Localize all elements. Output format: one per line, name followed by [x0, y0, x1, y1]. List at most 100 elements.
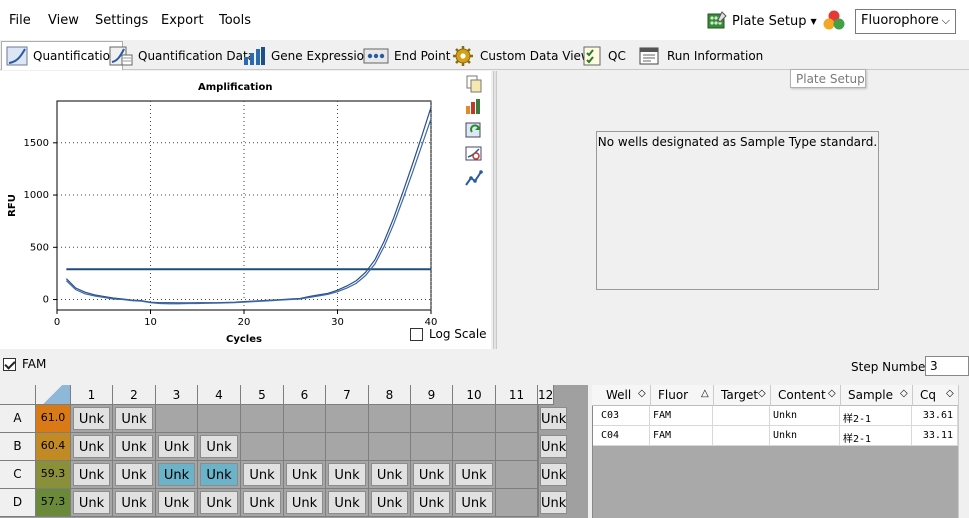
panel-splitter[interactable]: [493, 71, 497, 349]
plate-well-cell[interactable]: [411, 433, 453, 461]
plate-well[interactable]: Unk: [200, 435, 238, 458]
plate-column-header[interactable]: 9: [411, 385, 453, 405]
plate-row-header[interactable]: D: [0, 489, 36, 517]
plate-well[interactable]: Unk: [73, 463, 110, 486]
results-scrollbar[interactable]: [958, 385, 969, 518]
plate-well[interactable]: Unk: [540, 407, 568, 430]
plate-well[interactable]: Unk: [455, 463, 493, 486]
plate-well[interactable]: Unk: [540, 463, 568, 486]
plate-well[interactable]: Unk: [73, 435, 110, 458]
zoom-chart-icon[interactable]: [464, 145, 484, 163]
results-cell-sample[interactable]: 样2-1: [840, 426, 912, 446]
plate-well[interactable]: Unk: [371, 491, 408, 514]
plate-well-cell[interactable]: [496, 461, 538, 489]
results-cell-cq[interactable]: 33.61: [912, 406, 958, 426]
plate-well-cell[interactable]: [496, 489, 538, 517]
plate-column-header[interactable]: 8: [369, 385, 411, 405]
plate-well-cell[interactable]: [326, 405, 369, 433]
column-separator[interactable]: [770, 385, 771, 406]
plate-row-header[interactable]: A: [0, 405, 36, 433]
menu-file[interactable]: File: [9, 13, 31, 28]
plate-well-cell[interactable]: [326, 433, 369, 461]
log-scale-toggle[interactable]: Log Scale: [410, 327, 487, 341]
line-graph-icon[interactable]: [464, 169, 484, 187]
plate-well[interactable]: Unk: [286, 463, 323, 486]
plate-well-cell[interactable]: [453, 405, 496, 433]
plate-column-header[interactable]: 10: [453, 385, 496, 405]
plate-well-cell[interactable]: [369, 433, 411, 461]
plate-well-cell[interactable]: [198, 405, 241, 433]
plate-well-cell[interactable]: [284, 433, 326, 461]
plate-well[interactable]: Unk: [328, 491, 366, 514]
results-cell-well[interactable]: C03: [593, 406, 650, 426]
plate-column-header[interactable]: 11: [496, 385, 538, 405]
plate-column-header[interactable]: 6: [284, 385, 326, 405]
plate-setup-button[interactable]: Plate Setup ▼: [706, 9, 817, 33]
menu-settings[interactable]: Settings: [95, 13, 148, 28]
plate-well[interactable]: Unk: [455, 491, 493, 514]
results-cell-well[interactable]: C04: [593, 426, 650, 446]
plate-well-cell[interactable]: [496, 433, 538, 461]
tab-qc[interactable]: QC: [577, 42, 630, 69]
plate-well-cell[interactable]: [241, 405, 284, 433]
plate-well[interactable]: Unk: [328, 463, 366, 486]
plate-well[interactable]: Unk: [413, 463, 450, 486]
results-header-fluor[interactable]: Fluor: [658, 388, 688, 402]
fam-toggle[interactable]: FAM: [3, 357, 46, 371]
plate-well[interactable]: Unk: [371, 463, 408, 486]
sort-icon[interactable]: ◇: [828, 388, 836, 399]
refresh-chart-icon[interactable]: [464, 121, 484, 139]
results-header-well[interactable]: Well: [606, 388, 631, 402]
results-cell-fluor[interactable]: FAM: [650, 406, 713, 426]
results-header-cq[interactable]: Cq: [920, 388, 936, 402]
menu-tools[interactable]: Tools: [219, 13, 251, 28]
amplification-chart[interactable]: 0 10 20 30 40050010001500CyclesRFU: [0, 71, 491, 349]
sort-icon[interactable]: ◇: [638, 388, 646, 399]
chart-settings-icon[interactable]: [464, 97, 484, 115]
plate-well[interactable]: Unk: [243, 491, 281, 514]
tab-quantification-data[interactable]: Quantification Data: [105, 42, 259, 69]
plate-well[interactable]: Unk: [73, 491, 110, 514]
plate-well[interactable]: Unk: [286, 491, 323, 514]
plate-well-cell[interactable]: [156, 405, 198, 433]
fluorophore-select[interactable]: Fluorophore ⌵: [855, 9, 956, 34]
plate-well[interactable]: Unk: [115, 491, 153, 514]
tab-run-information[interactable]: Run Information: [634, 42, 767, 69]
plate-well[interactable]: Unk: [115, 435, 153, 458]
column-separator[interactable]: [912, 385, 913, 406]
sort-icon[interactable]: ◇: [758, 388, 766, 399]
plate-well[interactable]: Unk: [540, 491, 568, 514]
fam-checkbox[interactable]: [3, 357, 16, 371]
results-header-target[interactable]: Target: [721, 388, 758, 402]
results-header-content[interactable]: Content: [778, 388, 826, 402]
plate-well[interactable]: Unk: [158, 435, 195, 458]
plate-column-header[interactable]: 1: [71, 385, 113, 405]
sort-ascending-icon[interactable]: △: [701, 388, 709, 399]
plate-well-cell[interactable]: [369, 405, 411, 433]
sort-icon[interactable]: ◇: [946, 388, 954, 399]
plate-well[interactable]: Unk: [200, 491, 238, 514]
results-cell-content[interactable]: Unkn: [770, 406, 840, 426]
plate-well-cell[interactable]: [241, 433, 284, 461]
copy-icon[interactable]: [464, 75, 484, 93]
column-separator[interactable]: [650, 385, 651, 406]
menu-export[interactable]: Export: [161, 13, 204, 28]
plate-well-cell[interactable]: [453, 433, 496, 461]
plate-column-header[interactable]: 5: [241, 385, 284, 405]
plate-well[interactable]: Unk: [200, 463, 238, 486]
plate-well[interactable]: Unk: [115, 407, 153, 430]
results-cell-target[interactable]: [713, 406, 770, 426]
results-cell-cq[interactable]: 33.11: [912, 426, 958, 446]
plate-well[interactable]: Unk: [243, 463, 281, 486]
tab-end-point[interactable]: End Point: [359, 42, 454, 69]
tab-custom-data-view[interactable]: Custom Data View: [447, 42, 595, 69]
column-separator[interactable]: [713, 385, 714, 406]
plate-well-cell[interactable]: [284, 405, 326, 433]
results-cell-fluor[interactable]: FAM: [650, 426, 713, 446]
menu-view[interactable]: View: [48, 13, 79, 28]
results-cell-target[interactable]: [713, 426, 770, 446]
fluorophore-icon[interactable]: [821, 9, 847, 33]
plate-well-cell[interactable]: [411, 405, 453, 433]
log-scale-checkbox[interactable]: [410, 327, 423, 341]
plate-column-header[interactable]: 4: [198, 385, 241, 405]
